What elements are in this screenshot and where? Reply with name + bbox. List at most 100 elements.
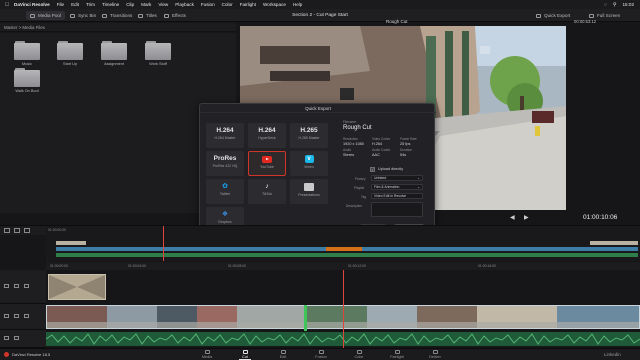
upload-directly-label: Upload directly bbox=[378, 167, 404, 171]
spec-value: 1920 x 1080 bbox=[343, 142, 364, 146]
menu-app-name[interactable]: DaVinci Resolve bbox=[14, 2, 50, 7]
apple-icon[interactable]:  bbox=[0, 2, 14, 8]
folder-start-up[interactable]: Start Up bbox=[56, 41, 84, 66]
wifi-icon[interactable]: ◌ bbox=[604, 2, 607, 8]
menu-fusion[interactable]: Fusion bbox=[201, 2, 215, 7]
track-toggle-icon[interactable] bbox=[24, 314, 29, 318]
folder-music[interactable]: Music bbox=[13, 41, 41, 66]
menu-clip[interactable]: Clip bbox=[126, 2, 134, 7]
search-icon[interactable]: ⚲ bbox=[613, 2, 617, 8]
media-pool-button[interactable]: Media Pool bbox=[26, 11, 65, 20]
tab-label: Edit bbox=[279, 355, 287, 359]
menu-fairlight[interactable]: Fairlight bbox=[240, 2, 256, 7]
tab-cut[interactable]: Cut bbox=[230, 350, 260, 360]
menu-view[interactable]: View bbox=[158, 2, 168, 7]
media-pool-breadcrumb[interactable]: Master > Media Files bbox=[0, 23, 236, 32]
upload-directly-checkbox[interactable]: ✓ bbox=[370, 167, 375, 172]
menu-trim[interactable]: Trim bbox=[86, 2, 95, 7]
lock-icon[interactable] bbox=[4, 336, 9, 340]
media-page-icon bbox=[204, 350, 210, 354]
preset-presentations[interactable]: Presentations bbox=[290, 179, 328, 204]
deliver-page-icon bbox=[432, 350, 438, 354]
edit-page-icon bbox=[280, 350, 286, 354]
tab-label: Color bbox=[354, 355, 364, 359]
upper-timeline[interactable]: 01:00:00:00 bbox=[46, 226, 640, 261]
folder-icon bbox=[101, 41, 127, 60]
spec-label: Audio bbox=[343, 148, 352, 152]
folder-label: Music bbox=[22, 62, 32, 66]
preset-youtube[interactable]: YouTube bbox=[248, 151, 286, 176]
lower-timeline[interactable] bbox=[45, 270, 640, 348]
menu-edit[interactable]: Edit bbox=[71, 2, 79, 7]
upper-playhead[interactable] bbox=[163, 226, 164, 261]
tab-label: Media bbox=[201, 355, 213, 359]
transitions-label: Transitions bbox=[110, 13, 133, 18]
lower-timeline-ruler[interactable]: 01:00:00:00 01:00:04:00 01:00:08:00 01:0… bbox=[46, 262, 640, 270]
preset-hyperdeck[interactable]: H.264 HyperDeck bbox=[248, 123, 286, 148]
viewer-clip-name: Rough Cut bbox=[386, 19, 408, 24]
menu-file[interactable]: File bbox=[57, 2, 64, 7]
privacy-select[interactable]: Unlisted ⌄ bbox=[371, 175, 423, 181]
tab-fairlight[interactable]: Fairlight bbox=[382, 350, 412, 359]
clock-time: 15:02 bbox=[622, 2, 635, 7]
description-textarea[interactable] bbox=[371, 202, 423, 217]
menu-workspace[interactable]: Workspace bbox=[263, 2, 286, 7]
snap-icon[interactable] bbox=[24, 228, 30, 233]
preset-vimeo[interactable]: v Vimeo bbox=[290, 151, 328, 176]
mute-icon[interactable] bbox=[14, 336, 19, 340]
spec-label: Video Codec bbox=[372, 137, 391, 141]
upper-video-clip[interactable] bbox=[56, 241, 86, 245]
edit-point-marker[interactable] bbox=[304, 305, 307, 331]
playlist-select[interactable]: Film & Animation ⌄ bbox=[371, 184, 423, 190]
prev-frame-icon[interactable]: ◀ bbox=[510, 214, 515, 221]
titles-label: Titles bbox=[146, 13, 157, 18]
tab-deliver[interactable]: Deliver bbox=[420, 350, 450, 359]
youtube-icon bbox=[262, 156, 272, 163]
track-toggle-icon[interactable] bbox=[24, 284, 29, 288]
menu-help[interactable]: Help bbox=[293, 2, 302, 7]
lower-playhead[interactable] bbox=[343, 270, 344, 348]
tab-color[interactable]: Color bbox=[344, 350, 374, 359]
titles-button[interactable]: Titles bbox=[134, 11, 161, 20]
title-clip[interactable] bbox=[48, 274, 106, 300]
preset-twitter[interactable]: ✿ Twitter bbox=[206, 179, 244, 204]
eye-icon[interactable] bbox=[14, 284, 19, 288]
transitions-button[interactable]: Transitions bbox=[98, 11, 136, 20]
menu-bar:  DaVinci Resolve File Edit Trim Timelin… bbox=[0, 0, 640, 9]
tag-input[interactable]: Video Edit in Resolve bbox=[371, 193, 423, 199]
folder-assignment[interactable]: Assignment bbox=[100, 41, 128, 66]
menu-color[interactable]: Color bbox=[222, 2, 233, 7]
folder-work-stuff[interactable]: Work Stuff bbox=[144, 41, 172, 66]
blade-icon[interactable] bbox=[14, 228, 20, 233]
tab-media[interactable]: Media bbox=[192, 350, 222, 359]
preset-h265-master[interactable]: H.265 H.265 Master bbox=[290, 123, 328, 148]
effects-label: Effects bbox=[172, 13, 186, 18]
tab-edit[interactable]: Edit bbox=[268, 350, 298, 359]
filename-label: Filename bbox=[343, 120, 357, 124]
tab-fusion[interactable]: Fusion bbox=[306, 350, 336, 359]
lock-icon[interactable] bbox=[4, 314, 9, 318]
folder-walk-on-boof[interactable]: Walk On Boof bbox=[13, 68, 41, 93]
menu-timeline[interactable]: Timeline bbox=[102, 2, 119, 7]
upper-audio-track[interactable] bbox=[56, 253, 638, 257]
preset-sublabel: HyperDeck bbox=[258, 136, 276, 140]
timeline-view-icon[interactable] bbox=[4, 228, 10, 233]
next-frame-icon[interactable]: ▶ bbox=[524, 214, 529, 221]
menu-playback[interactable]: Playback bbox=[175, 2, 194, 7]
menu-mark[interactable]: Mark bbox=[141, 2, 151, 7]
lock-icon[interactable] bbox=[4, 284, 9, 288]
preset-prores[interactable]: ProRes ProRes 422 HQ bbox=[206, 151, 244, 176]
spec-label: Resolution bbox=[343, 137, 359, 141]
effects-button[interactable]: Effects bbox=[160, 11, 190, 20]
upper-selected-clip[interactable] bbox=[326, 247, 362, 251]
preset-h264-master[interactable]: H.264 H.264 Master bbox=[206, 123, 244, 148]
eye-icon[interactable] bbox=[14, 314, 19, 318]
preset-sublabel: H.265 Master bbox=[298, 136, 320, 140]
sync-bin-button[interactable]: Sync Bin bbox=[66, 11, 100, 20]
quick-export-title: Quick Export bbox=[200, 104, 436, 113]
folder-icon bbox=[14, 41, 40, 60]
filename-value[interactable]: Rough Cut bbox=[343, 125, 372, 131]
upper-video-clip[interactable] bbox=[590, 241, 638, 245]
preset-tiktok[interactable]: ♪ TikTok bbox=[248, 179, 286, 204]
page-navigation: DaVinci Resolve 18.5 Media Cut Edit Fusi… bbox=[0, 348, 640, 360]
